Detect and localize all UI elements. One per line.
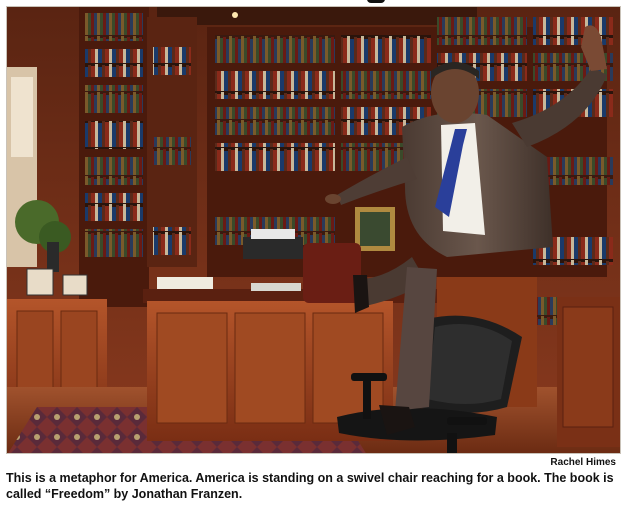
clipped-letter-glyph — [367, 0, 385, 3]
page: Rachel Himes This is a metaphor for Amer… — [0, 0, 627, 508]
photo-caption: This is a metaphor for America. America … — [6, 471, 614, 501]
photo-illustration — [6, 6, 621, 454]
photo-credit: Rachel Himes — [550, 457, 616, 468]
